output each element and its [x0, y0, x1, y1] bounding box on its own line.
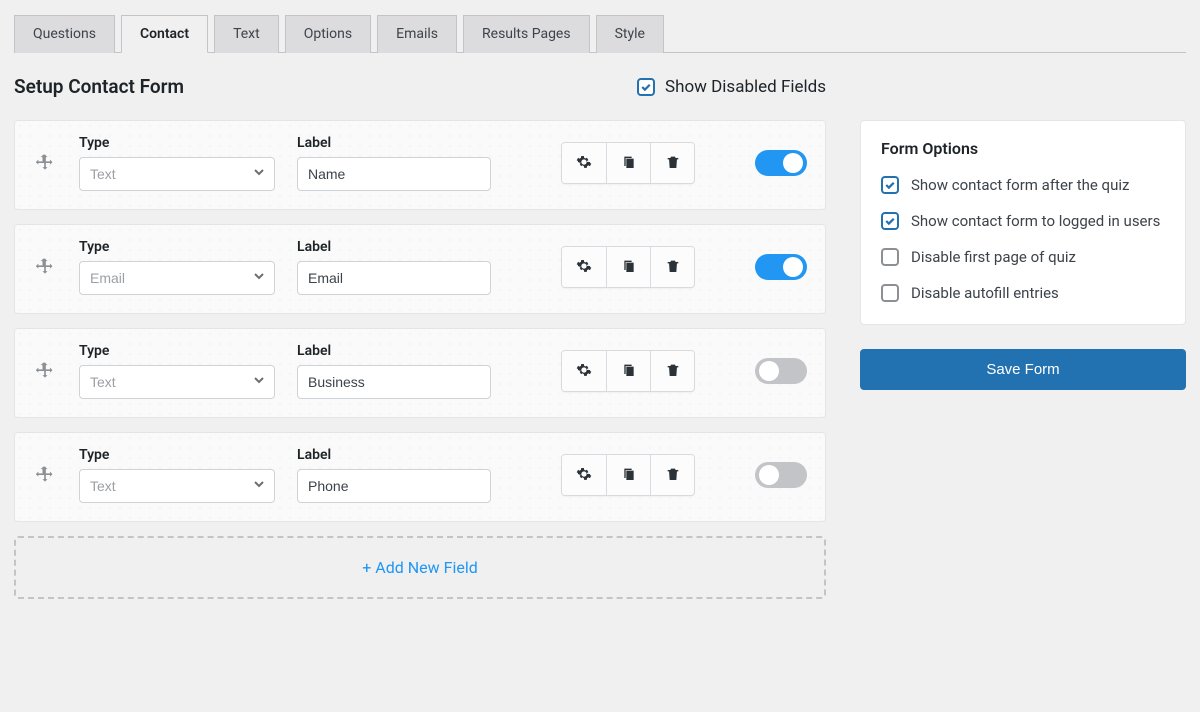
field-enable-toggle[interactable]: [755, 150, 807, 176]
option-label: Show contact form to logged in users: [911, 212, 1160, 230]
gear-icon: [576, 466, 592, 485]
delete-button[interactable]: [650, 455, 694, 495]
duplicate-button[interactable]: [606, 351, 650, 391]
type-header: Type: [79, 239, 275, 255]
save-form-button[interactable]: Save Form: [860, 349, 1186, 390]
field-label-input[interactable]: [297, 365, 491, 399]
drag-handle-icon[interactable]: [33, 463, 57, 487]
tab-contact[interactable]: Contact: [121, 15, 208, 53]
settings-button[interactable]: [562, 143, 606, 183]
option-label: Disable autofill entries: [911, 284, 1059, 302]
option-label: Disable first page of quiz: [911, 248, 1076, 266]
settings-button[interactable]: [562, 247, 606, 287]
field-actions: [561, 454, 695, 496]
settings-button[interactable]: [562, 455, 606, 495]
form-options-panel: Form Options Show contact form after the…: [860, 120, 1186, 325]
show-disabled-fields-toggle[interactable]: Show Disabled Fields: [637, 77, 826, 97]
copy-icon: [621, 466, 637, 485]
delete-button[interactable]: [650, 143, 694, 183]
field-enable-toggle[interactable]: [755, 254, 807, 280]
type-header: Type: [79, 447, 275, 463]
gear-icon: [576, 362, 592, 381]
field-label-input[interactable]: [297, 261, 491, 295]
delete-button[interactable]: [650, 247, 694, 287]
duplicate-button[interactable]: [606, 455, 650, 495]
tab-emails[interactable]: Emails: [377, 15, 457, 53]
drag-handle-icon[interactable]: [33, 359, 57, 383]
label-header: Label: [297, 447, 491, 463]
delete-button[interactable]: [650, 351, 694, 391]
option-show-after-quiz[interactable]: Show contact form after the quiz: [881, 176, 1165, 194]
field-enable-toggle[interactable]: [755, 358, 807, 384]
field-actions: [561, 350, 695, 392]
tab-text[interactable]: Text: [214, 15, 279, 53]
field-type-select[interactable]: [79, 261, 275, 295]
copy-icon: [621, 362, 637, 381]
tab-options[interactable]: Options: [285, 15, 371, 53]
settings-button[interactable]: [562, 351, 606, 391]
field-enable-toggle[interactable]: [755, 462, 807, 488]
tabs: Questions Contact Text Options Emails Re…: [14, 14, 1186, 53]
gear-icon: [576, 258, 592, 277]
field-row: Type Label: [14, 224, 826, 314]
field-type-select[interactable]: [79, 157, 275, 191]
gear-icon: [576, 154, 592, 173]
type-header: Type: [79, 343, 275, 359]
tab-questions[interactable]: Questions: [14, 15, 115, 53]
field-row: Type Label: [14, 120, 826, 210]
field-row: Type Label: [14, 432, 826, 522]
trash-icon: [665, 154, 681, 173]
type-header: Type: [79, 135, 275, 151]
duplicate-button[interactable]: [606, 247, 650, 287]
add-new-field-button[interactable]: + Add New Field: [14, 536, 826, 599]
checkbox-icon: [881, 248, 899, 266]
option-disable-first-page[interactable]: Disable first page of quiz: [881, 248, 1165, 266]
trash-icon: [665, 466, 681, 485]
copy-icon: [621, 258, 637, 277]
drag-handle-icon[interactable]: [33, 151, 57, 175]
field-label-input[interactable]: [297, 157, 491, 191]
trash-icon: [665, 258, 681, 277]
duplicate-button[interactable]: [606, 143, 650, 183]
checkbox-icon: [881, 212, 899, 230]
page-title: Setup Contact Form: [14, 75, 184, 98]
checkbox-icon: [881, 176, 899, 194]
option-show-logged-in[interactable]: Show contact form to logged in users: [881, 212, 1165, 230]
form-options-title: Form Options: [881, 139, 1165, 158]
field-actions: [561, 246, 695, 288]
drag-handle-icon[interactable]: [33, 255, 57, 279]
option-label: Show contact form after the quiz: [911, 176, 1129, 194]
label-header: Label: [297, 239, 491, 255]
field-actions: [561, 142, 695, 184]
tab-style[interactable]: Style: [596, 15, 664, 53]
option-disable-autofill[interactable]: Disable autofill entries: [881, 284, 1165, 302]
field-type-select[interactable]: [79, 365, 275, 399]
show-disabled-label: Show Disabled Fields: [665, 77, 826, 97]
field-row: Type Label: [14, 328, 826, 418]
checkbox-icon: [637, 78, 655, 96]
checkbox-icon: [881, 284, 899, 302]
field-type-select[interactable]: [79, 469, 275, 503]
label-header: Label: [297, 343, 491, 359]
trash-icon: [665, 362, 681, 381]
tab-results-pages[interactable]: Results Pages: [463, 15, 590, 53]
copy-icon: [621, 154, 637, 173]
field-label-input[interactable]: [297, 469, 491, 503]
label-header: Label: [297, 135, 491, 151]
